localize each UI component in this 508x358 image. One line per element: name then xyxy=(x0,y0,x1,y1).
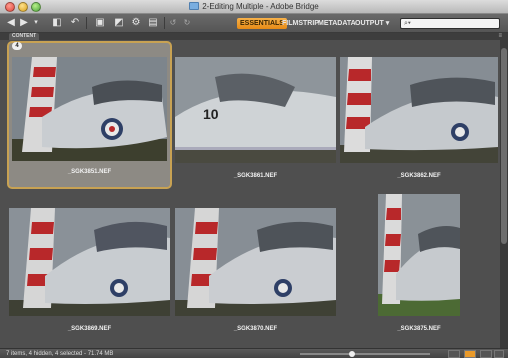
toolbar-separator xyxy=(86,17,87,29)
thumbnail-size-slider[interactable] xyxy=(300,351,430,357)
window-title: 2-Editing Multiple - Adobe Bridge xyxy=(202,2,319,11)
tab-content[interactable]: CONTENT xyxy=(9,33,40,40)
boomerang-icon[interactable]: ↶ xyxy=(70,17,80,29)
slider-knob[interactable] xyxy=(349,351,355,357)
rotate-ccw-icon[interactable]: ↺ xyxy=(168,17,178,29)
toolbar-separator xyxy=(164,17,165,29)
thumbnail-filename: _SGK3870.NEF xyxy=(233,326,278,332)
workspace-output[interactable]: OUTPUT ▾ xyxy=(352,18,392,29)
thumbnail-filename: _SGK3851.NEF xyxy=(67,169,112,175)
status-bar: 7 items, 4 hidden, 4 selected - 71.74 MB xyxy=(0,348,508,358)
status-text: 7 items, 4 hidden, 4 selected - 71.74 MB xyxy=(6,351,114,357)
thumbnail-image[interactable] xyxy=(378,194,460,316)
get-photos-icon[interactable]: ▣ xyxy=(93,17,107,29)
window-title-wrap: 2-Editing Multiple - Adobe Bridge xyxy=(0,1,508,13)
thumbnail-filename: _SGK3862.NEF xyxy=(397,173,441,179)
view-list-icon[interactable] xyxy=(494,350,504,358)
reveal-recent-icon[interactable]: ◧ xyxy=(50,17,64,29)
refine-icon[interactable]: ◩ xyxy=(112,17,126,29)
view-details-icon[interactable] xyxy=(480,350,492,358)
thumbnail-cell[interactable]: 10 _SGK3861.NEF xyxy=(173,41,338,189)
back-arrow-icon[interactable]: ◀ xyxy=(6,17,16,29)
folder-icon xyxy=(189,2,200,10)
toolbar: ◀ ▶ ▾ ◧ ↶ ▣ ◩ ⚙ ▤ ↺ ↻ ESSENTIALS FILMSTR… xyxy=(0,14,508,33)
thumbnail-filename: _SGK3869.NEF xyxy=(67,326,112,332)
thumbnail-cell[interactable]: _SGK3875.NEF xyxy=(338,190,500,348)
thumbnail-image[interactable] xyxy=(12,57,167,161)
svg-text:10: 10 xyxy=(203,106,219,122)
thumbnail-image[interactable] xyxy=(340,57,498,163)
view-thumbnails-icon[interactable] xyxy=(464,350,476,358)
thumbnail-cell[interactable]: _SGK3851.NEF xyxy=(7,41,172,189)
output-icon[interactable]: ▤ xyxy=(146,17,160,29)
panel-menu-icon[interactable]: ≡ xyxy=(498,33,502,40)
content-panel-header xyxy=(0,33,508,40)
thumbnail-cell[interactable]: _SGK3869.NEF xyxy=(7,200,172,348)
scrollbar-thumb[interactable] xyxy=(501,48,507,244)
open-in-camera-raw-icon[interactable]: ⚙ xyxy=(131,17,141,29)
title-bar: 2-Editing Multiple - Adobe Bridge xyxy=(0,0,508,14)
thumbnail-image[interactable] xyxy=(9,208,170,316)
history-dropdown-icon[interactable]: ▾ xyxy=(32,17,40,29)
rotate-cw-icon[interactable]: ↻ xyxy=(182,17,192,29)
thumbnail-filename: _SGK3861.NEF xyxy=(233,173,278,179)
thumbnail-image[interactable] xyxy=(175,208,336,316)
stack-count-badge[interactable]: 4 xyxy=(12,42,22,50)
thumbnail-cell[interactable]: _SGK3862.NEF xyxy=(338,41,500,189)
view-grid-lock-icon[interactable] xyxy=(448,350,460,358)
thumbnail-image[interactable]: 10 xyxy=(175,57,336,163)
forward-arrow-icon[interactable]: ▶ xyxy=(19,17,29,29)
search-input[interactable]: ⌕▾ xyxy=(400,18,500,29)
vertical-scrollbar[interactable] xyxy=(500,40,508,348)
thumbnail-filename: _SGK3875.NEF xyxy=(397,326,441,332)
thumbnail-cell[interactable]: _SGK3870.NEF xyxy=(173,200,338,348)
